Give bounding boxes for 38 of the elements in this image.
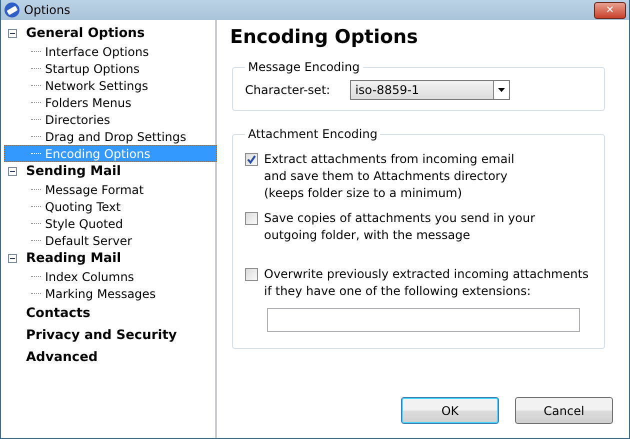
- tree-item[interactable]: Default Server: [4, 232, 217, 249]
- tree-item[interactable]: Startup Options: [4, 60, 217, 77]
- collapse-icon[interactable]: [8, 29, 17, 38]
- checkbox[interactable]: [245, 268, 258, 281]
- tree-item[interactable]: Message Format: [4, 181, 217, 198]
- tree-group[interactable]: Advanced: [25, 350, 99, 364]
- tree-item[interactable]: Network Settings: [4, 77, 217, 94]
- checkbox-label: Extract attachments from incoming email and save them to Attachments directory (keeps folder size to a minimum): [264, 151, 514, 202]
- tree-group[interactable]: Reading Mail: [25, 251, 122, 266]
- tree-item[interactable]: Interface Options: [4, 43, 217, 60]
- tree-item[interactable]: Marking Messages: [4, 285, 217, 302]
- tree-group[interactable]: Sending Mail: [25, 164, 122, 179]
- tree-group[interactable]: Privacy and Security: [25, 328, 178, 342]
- charset-dropdown[interactable]: iso-8859-1: [350, 80, 510, 100]
- extensions-field[interactable]: [267, 308, 580, 332]
- tree-group[interactable]: General Options: [25, 26, 146, 41]
- dialog-button[interactable]: Cancel: [515, 397, 613, 424]
- tree-item[interactable]: Folders Menus: [4, 94, 217, 111]
- collapse-icon[interactable]: [8, 167, 17, 176]
- checkbox[interactable]: [245, 212, 258, 225]
- collapse-icon[interactable]: [8, 254, 17, 263]
- tree-item[interactable]: Drag and Drop Settings: [4, 128, 217, 145]
- window-title: Options: [24, 3, 72, 17]
- dialog-button[interactable]: OK: [401, 397, 499, 424]
- checkbox-label: Overwrite previously extracted incoming attachments if they have one of the following extensions:: [264, 266, 589, 300]
- group-title: Message Encoding: [247, 60, 361, 74]
- tree-item[interactable]: Directories: [4, 111, 217, 128]
- app-icon: [4, 2, 20, 18]
- tree-group[interactable]: Contacts: [25, 306, 92, 320]
- page-title: Encoding Options: [230, 26, 419, 48]
- tree-item[interactable]: Quoting Text: [4, 198, 217, 215]
- tree-item[interactable]: Index Columns: [4, 268, 217, 285]
- field-label: Character-set:: [245, 83, 330, 97]
- caret-icon: [498, 88, 506, 92]
- checkbox[interactable]: [245, 153, 258, 166]
- checkbox-label: Save copies of attachments you send in your outgoing folder, with the message: [264, 210, 536, 244]
- tree-item[interactable]: Style Quoted: [4, 215, 217, 232]
- group-title: Attachment Encoding: [247, 127, 378, 141]
